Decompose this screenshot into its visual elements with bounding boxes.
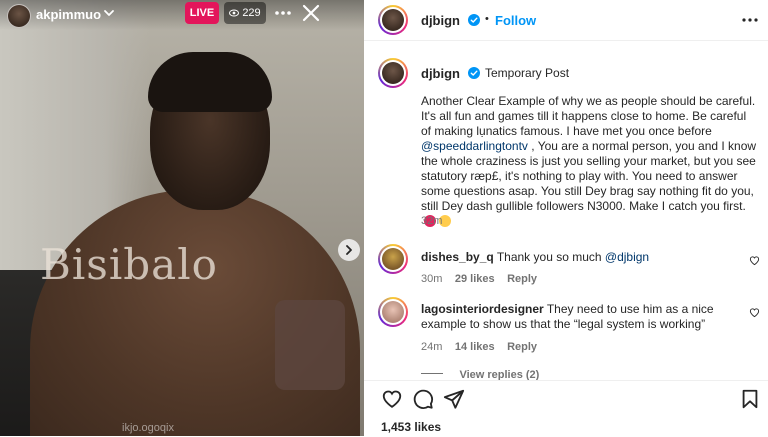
comment-username[interactable]: lagosinteriordesigner [421,302,544,316]
comment-2-meta: 24m 14 likes Reply [421,337,537,355]
host-username[interactable]: akpimmuo [36,7,101,22]
caption-mention-link[interactable]: @speeddarlingtontv [421,139,528,153]
video-foreground-object [275,300,345,390]
viewer-count: 229 [242,7,261,19]
comment-mention-link[interactable]: @djbign [605,250,649,264]
view-replies-line [421,373,443,375]
heart-icon[interactable] [749,255,760,266]
live-video[interactable]: Bisibalo ikjo.ogoqix akpimmuo LIVE 229 [0,0,364,436]
caption-time: 32m [421,215,443,227]
verified-badge-icon [468,14,480,26]
comment-likes[interactable]: 14 likes [455,341,495,353]
chevron-right-icon [346,245,352,255]
author-avatar-ring[interactable] [378,5,408,35]
comment-time: 30m [421,273,443,285]
comment-1-meta: 30m 29 likes Reply [421,269,537,287]
comment-avatar [382,248,404,270]
host-avatar[interactable] [7,4,31,28]
video-bottom-caption: ikjo.ogoqix [122,422,174,434]
view-replies-button[interactable]: View replies (2) [421,365,539,381]
chevron-down-icon[interactable] [102,6,116,20]
follow-button[interactable]: Follow [495,13,536,28]
video-watermark: Bisibalo [40,240,218,289]
next-story-button[interactable] [338,239,360,261]
share-icon[interactable] [443,388,465,410]
comment-reply-button[interactable]: Reply [507,341,537,353]
eye-icon [229,9,240,17]
post-panel: djbign • Follow djbign Temporary Post An… [364,0,768,436]
comment-username[interactable]: dishes_by_q [421,250,494,264]
author-username[interactable]: djbign [421,13,460,28]
post-likes-count[interactable]: 1,453 likes [381,420,441,434]
comment-reply-button[interactable]: Reply [507,273,537,285]
author-avatar [382,9,404,31]
header-separator: • [485,13,489,25]
heart-icon[interactable] [381,388,403,410]
more-dots-icon[interactable] [740,16,760,24]
caption-avatar-ring[interactable] [378,58,408,88]
caption-text-part1: Another Clear Example of why we as peopl… [421,94,756,138]
video-person-hair [148,52,272,112]
comment-avatar-ring[interactable] [378,244,408,274]
verified-badge-icon [468,67,480,79]
bookmark-icon[interactable] [739,388,761,410]
comment-avatar [382,301,404,323]
caption-username[interactable]: djbign [421,66,460,81]
comment-body: Thank you so much [496,250,605,264]
comment-1: dishes_by_q Thank you so much @djbign [421,250,741,265]
close-icon[interactable] [300,2,322,24]
caption-tag: Temporary Post [485,66,570,80]
caption-text: Another Clear Example of why we as peopl… [421,94,759,229]
comment-avatar-ring[interactable] [378,297,408,327]
post-header: djbign • Follow [364,0,768,41]
caption-avatar [382,62,404,84]
live-badge: LIVE [185,2,219,24]
more-dots-icon[interactable] [272,4,294,22]
heart-icon[interactable] [749,307,760,318]
comment-icon[interactable] [412,388,434,410]
comment-time: 24m [421,341,443,353]
comment-2: lagosinteriordesigner They need to use h… [421,302,739,332]
comment-likes[interactable]: 29 likes [455,273,495,285]
viewer-count-badge: 229 [224,2,266,24]
